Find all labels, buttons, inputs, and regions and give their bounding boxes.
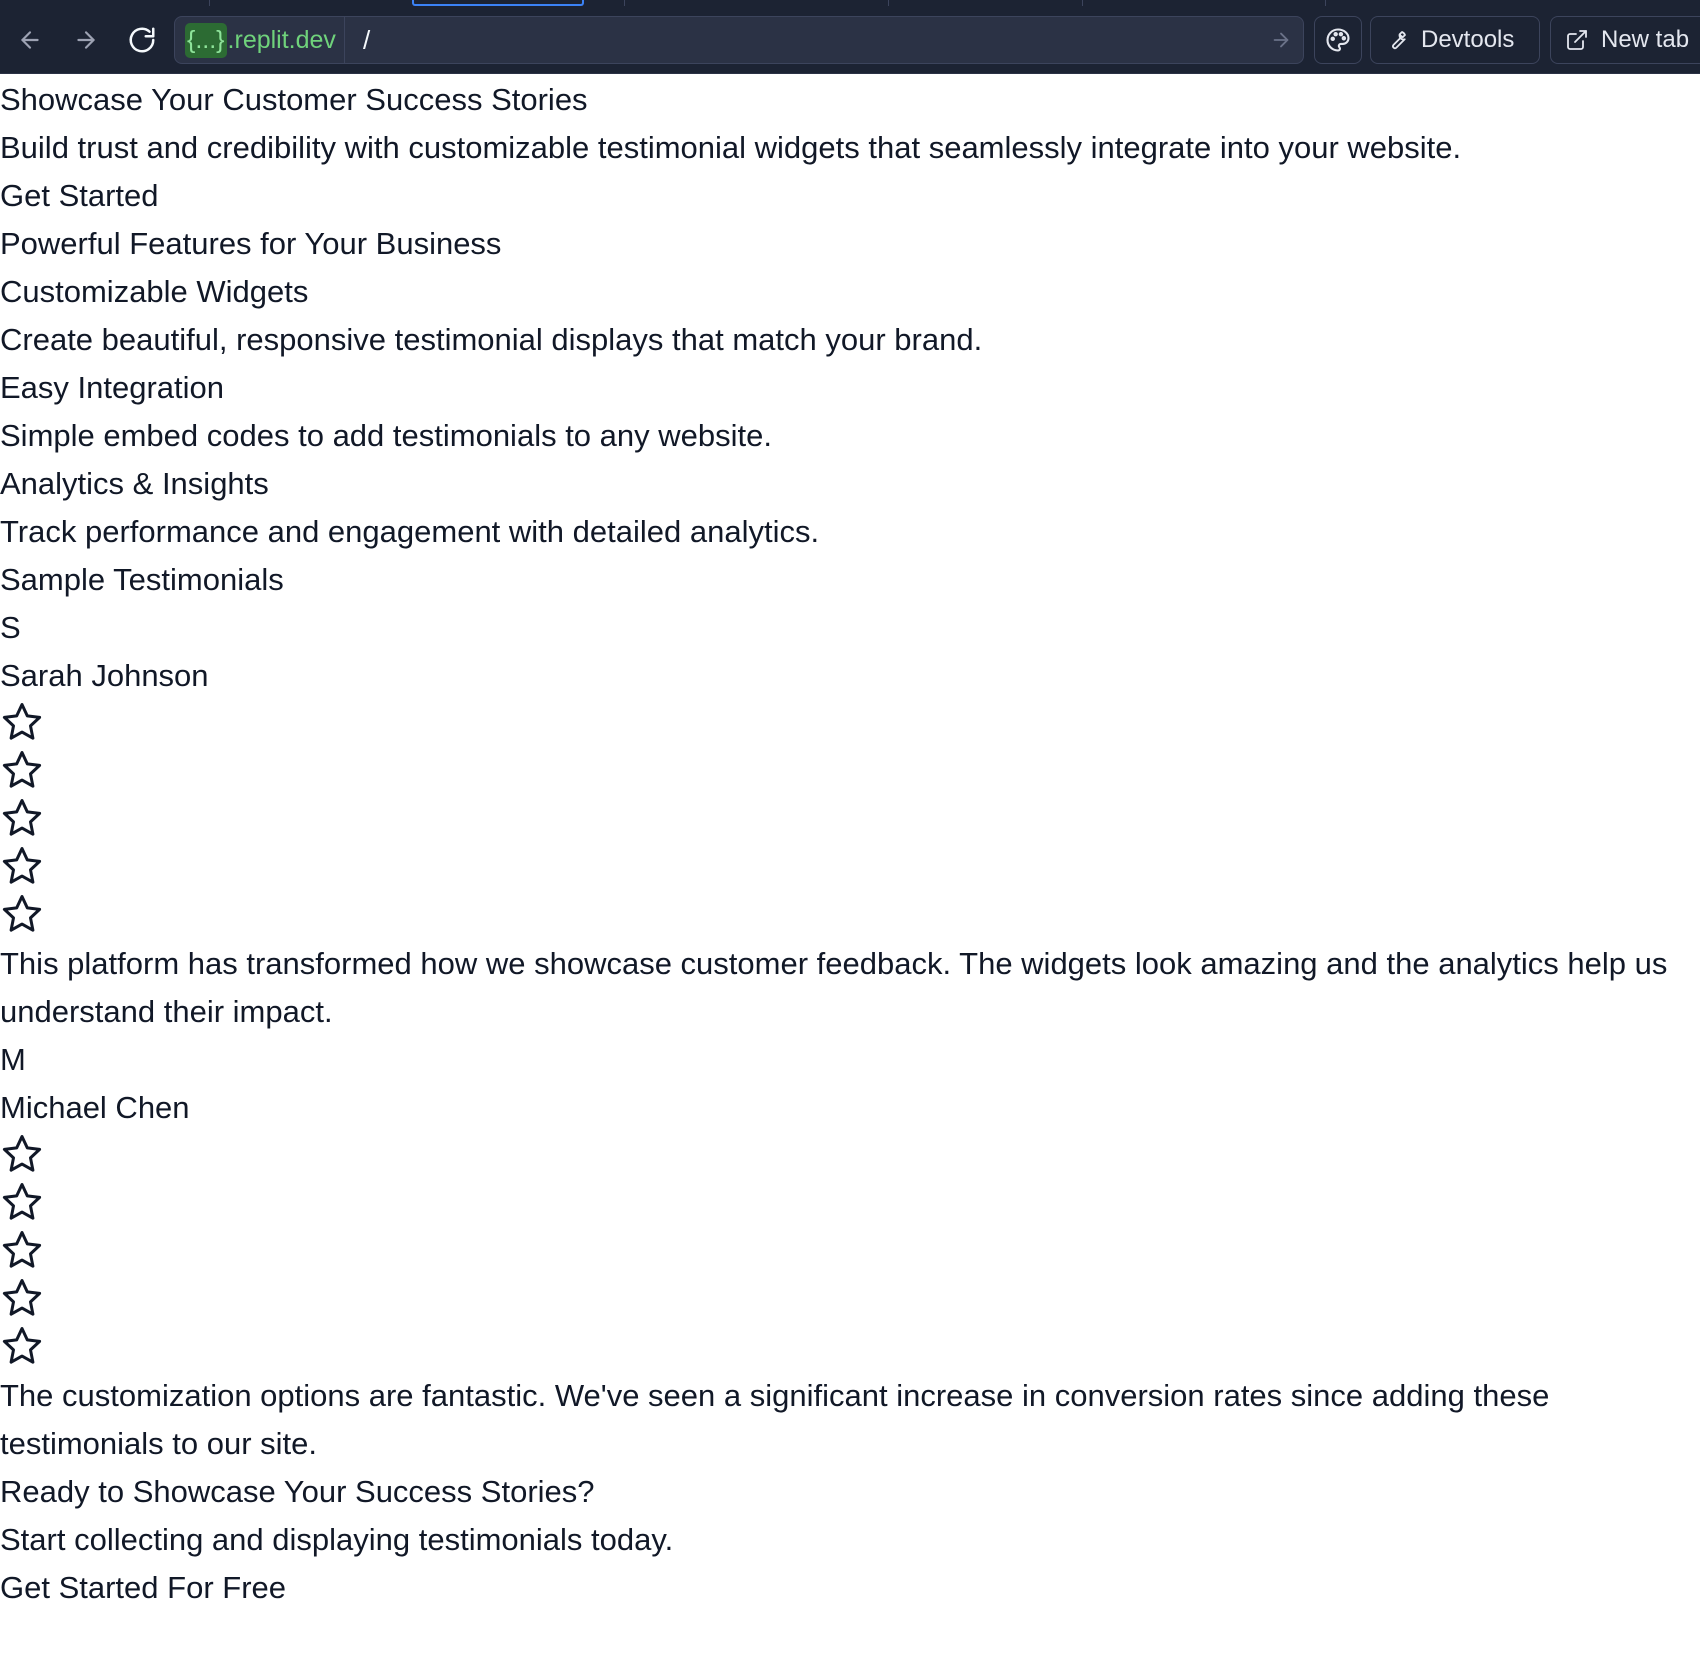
tab[interactable] (888, 0, 1082, 6)
star-outline-icon (2, 1231, 42, 1268)
tab[interactable] (624, 0, 886, 6)
tab-strip (0, 0, 1700, 6)
page-content: Showcase Your Customer Success Stories B… (0, 74, 1700, 1676)
url-host: {...} .replit.dev (175, 17, 345, 63)
testimonial-author: Michael Chen (0, 1090, 190, 1125)
url-host-suffix: .replit.dev (227, 25, 336, 54)
browser-toolbar: {...} .replit.dev / Devtools New tab (0, 0, 1700, 74)
star-outline-icon (2, 847, 42, 884)
avatar-initial: M (0, 1042, 26, 1077)
devtools-button[interactable]: Devtools (1370, 16, 1540, 64)
feature-title: Easy Integration (0, 370, 225, 405)
testimonial-author: Sarah Johnson (0, 658, 209, 693)
tab[interactable] (1082, 0, 1326, 6)
new-tab-button[interactable]: New tab (1550, 16, 1700, 64)
arrow-left-icon (21, 31, 39, 49)
tab[interactable] (209, 0, 409, 6)
feature-description: Simple embed codes to add testimonials t… (0, 418, 772, 453)
url-path-input[interactable]: / (345, 25, 1259, 56)
address-bar[interactable]: {...} .replit.dev / (174, 16, 1304, 64)
feature-title: Customizable Widgets (0, 274, 309, 309)
palette-icon (1326, 28, 1350, 52)
feature-description: Create beautiful, responsive testimonial… (0, 322, 983, 357)
avatar-initial: S (0, 610, 21, 645)
star-rating (0, 1132, 1700, 1372)
tab-active[interactable] (412, 0, 584, 6)
external-link-icon (1567, 30, 1587, 50)
star-outline-icon (2, 1135, 42, 1172)
theme-button[interactable] (1314, 16, 1362, 64)
arrow-right-icon (1273, 32, 1289, 48)
go-button[interactable] (1259, 29, 1303, 51)
arrow-right-icon (77, 31, 95, 49)
cta-heading: Ready to Showcase Your Success Stories? (0, 1474, 595, 1509)
back-button[interactable] (10, 20, 50, 60)
cta-subtitle: Start collecting and displaying testimon… (0, 1522, 674, 1557)
star-outline-icon (2, 1279, 42, 1316)
features-heading: Powerful Features for Your Business (0, 226, 502, 261)
wrench-icon (1392, 31, 1406, 50)
reload-icon (129, 27, 155, 53)
new-tab-label: New tab (1601, 26, 1690, 53)
star-outline-icon (2, 1183, 42, 1220)
testimonial-quote: The customization options are fantastic.… (0, 1378, 1550, 1461)
star-outline-icon (2, 703, 42, 740)
star-rating (0, 700, 1700, 940)
star-outline-icon (2, 1327, 42, 1364)
star-outline-icon (2, 751, 42, 788)
url-host-badge: {...} (185, 22, 227, 58)
forward-button[interactable] (66, 20, 106, 60)
feature-title: Analytics & Insights (0, 466, 269, 501)
devtools-label: Devtools (1421, 26, 1515, 53)
testimonials-heading: Sample Testimonials (0, 562, 284, 597)
star-outline-icon (2, 895, 42, 932)
get-started-free-button[interactable]: Get Started For Free (0, 1564, 1700, 1612)
testimonial-quote: This platform has transformed how we sho… (0, 946, 1668, 1029)
hero-subtitle: Build trust and credibility with customi… (0, 130, 1462, 165)
get-started-button[interactable]: Get Started (0, 172, 1700, 220)
feature-description: Track performance and engagement with de… (0, 514, 820, 549)
star-outline-icon (2, 799, 42, 836)
reload-button[interactable] (122, 20, 162, 60)
hero-title: Showcase Your Customer Success Stories (0, 82, 588, 117)
